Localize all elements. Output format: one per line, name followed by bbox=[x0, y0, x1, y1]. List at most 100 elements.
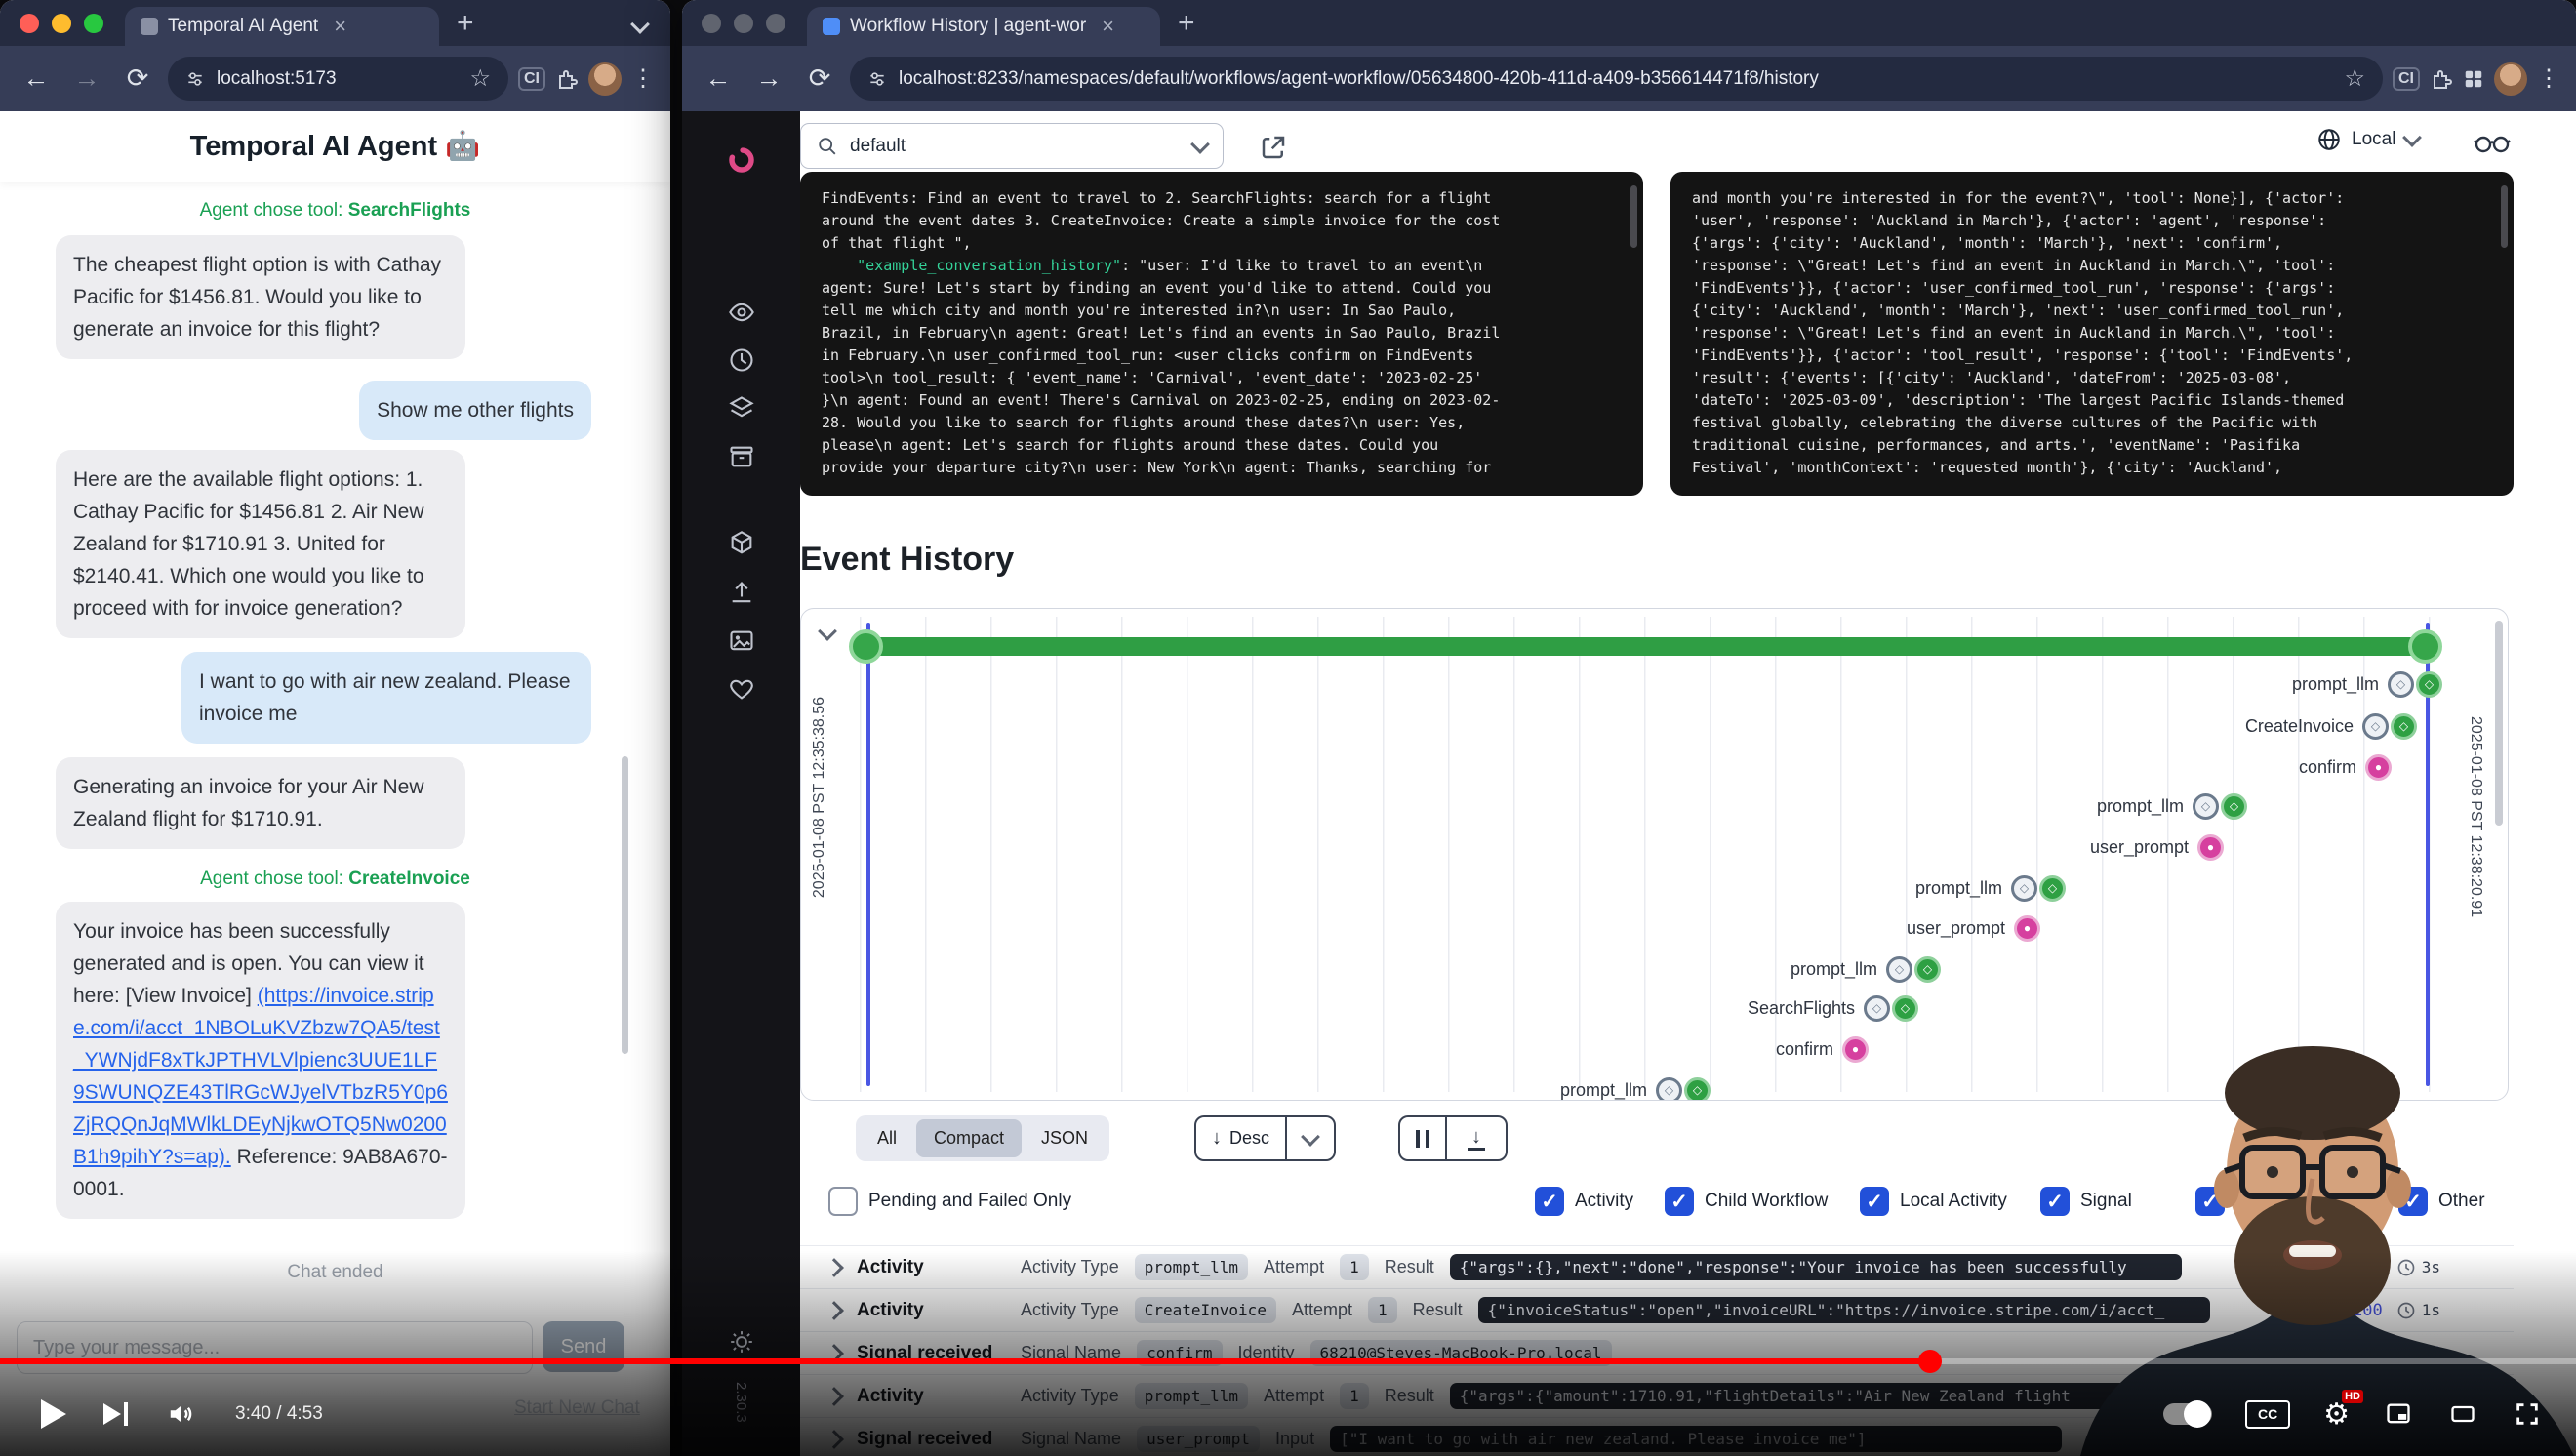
timeline-event[interactable]: prompt_llm◇◇ bbox=[2097, 789, 2247, 823]
timeline-event[interactable]: user_prompt● bbox=[2090, 830, 2224, 864]
profile-avatar[interactable] bbox=[2494, 62, 2527, 96]
tab-close-icon[interactable]: × bbox=[1102, 14, 1114, 39]
new-tab-button[interactable]: + bbox=[1178, 7, 1195, 40]
filter-activity[interactable]: ✓Activity bbox=[1535, 1185, 1633, 1218]
activity-checkbox[interactable]: ✓ bbox=[1535, 1187, 1564, 1216]
event-completed-dot[interactable]: ◇ bbox=[2416, 671, 2442, 698]
workflow-start-dot[interactable] bbox=[849, 629, 883, 664]
event-scheduled-dot[interactable]: ◇ bbox=[2362, 713, 2389, 740]
cluster-select[interactable]: Local bbox=[2316, 127, 2419, 152]
signal-dot[interactable]: ● bbox=[2197, 834, 2224, 861]
chat-scrollbar[interactable] bbox=[622, 756, 628, 1054]
event-scheduled-dot[interactable]: ◇ bbox=[2388, 671, 2414, 698]
pending-failed-checkbox[interactable] bbox=[828, 1187, 858, 1216]
event-completed-dot[interactable]: ◇ bbox=[2039, 875, 2066, 902]
event-scheduled-dot[interactable]: ◇ bbox=[2011, 875, 2037, 902]
play-button[interactable] bbox=[41, 1399, 66, 1429]
next-button[interactable] bbox=[103, 1402, 128, 1426]
timeline-event[interactable]: prompt_llm◇◇ bbox=[2292, 667, 2442, 701]
heart-icon[interactable] bbox=[728, 675, 755, 708]
timeline-event[interactable]: CreateInvoice◇◇ bbox=[2245, 709, 2417, 743]
workflow-result-code-panel[interactable]: and month you're interested in for the e… bbox=[1670, 172, 2514, 496]
signal-dot[interactable]: ● bbox=[2365, 754, 2392, 781]
profile-avatar[interactable] bbox=[588, 62, 622, 96]
new-tab-button[interactable]: + bbox=[457, 7, 474, 40]
code-scrollbar[interactable] bbox=[1630, 185, 1637, 248]
temporal-logo[interactable] bbox=[726, 144, 757, 181]
event-scheduled-dot[interactable]: ◇ bbox=[1886, 956, 1912, 983]
local-activity-checkbox[interactable]: ✓ bbox=[1860, 1187, 1889, 1216]
bookmark-star-icon[interactable]: ☆ bbox=[2344, 64, 2365, 93]
window-controls[interactable] bbox=[702, 14, 785, 33]
browser-menu-icon[interactable]: ⋮ bbox=[2537, 64, 2560, 93]
progress-scrubber[interactable] bbox=[1918, 1350, 1942, 1373]
signal-dot[interactable]: ● bbox=[1842, 1036, 1869, 1063]
layers-icon[interactable] bbox=[728, 394, 755, 426]
glasses-icon[interactable] bbox=[2473, 129, 2512, 158]
child-workflow-checkbox[interactable]: ✓ bbox=[1665, 1187, 1694, 1216]
eye-icon[interactable] bbox=[728, 299, 755, 331]
forward-button[interactable]: → bbox=[748, 59, 789, 100]
browser-menu-icon[interactable]: ⋮ bbox=[631, 64, 655, 93]
event-scheduled-dot[interactable]: ◇ bbox=[2193, 793, 2219, 820]
reload-button[interactable]: ⟳ bbox=[117, 59, 158, 100]
workflow-duration-bar[interactable] bbox=[865, 637, 2440, 656]
timeline-event[interactable]: user_prompt● bbox=[1907, 911, 2040, 945]
timeline-scrollbar[interactable] bbox=[2495, 621, 2503, 826]
timeline-event[interactable]: prompt_llm◇◇ bbox=[1791, 952, 1941, 986]
filter-child-workflow[interactable]: ✓Child Workflow bbox=[1665, 1185, 1828, 1218]
miniplayer-button[interactable] bbox=[2383, 1400, 2414, 1428]
autoplay-toggle[interactable] bbox=[2163, 1403, 2212, 1425]
back-button[interactable]: ← bbox=[698, 59, 739, 100]
filter-local-activity[interactable]: ✓Local Activity bbox=[1860, 1185, 2007, 1218]
fullscreen-button[interactable] bbox=[2512, 1400, 2543, 1428]
event-scheduled-dot[interactable]: ◇ bbox=[1864, 995, 1890, 1022]
extensions-puzzle-icon[interactable] bbox=[555, 67, 579, 91]
timeline-event[interactable]: SearchFlights◇◇ bbox=[1748, 991, 1918, 1025]
workflow-input-code-panel[interactable]: FindEvents: Find an event to travel to 2… bbox=[800, 172, 1643, 496]
close-window-button[interactable] bbox=[702, 14, 721, 33]
address-bar[interactable]: localhost:5173 ☆ bbox=[168, 57, 508, 101]
apps-grid-icon[interactable] bbox=[2463, 68, 2484, 90]
timeline-event[interactable]: prompt_llm◇◇ bbox=[1560, 1073, 1711, 1101]
view-all-tab[interactable]: All bbox=[860, 1119, 914, 1157]
timeline-event[interactable]: prompt_llm◇◇ bbox=[1915, 871, 2066, 905]
event-completed-dot[interactable]: ◇ bbox=[2221, 793, 2247, 820]
tab-close-icon[interactable]: × bbox=[334, 14, 346, 39]
event-completed-dot[interactable]: ◇ bbox=[2391, 713, 2417, 740]
bookmark-star-icon[interactable]: ☆ bbox=[469, 64, 491, 93]
view-compact-tab[interactable]: Compact bbox=[916, 1119, 1022, 1157]
minimize-window-button[interactable] bbox=[52, 14, 71, 33]
timeline-event[interactable]: confirm● bbox=[2299, 750, 2392, 784]
sort-desc-button[interactable]: ↓Desc bbox=[1196, 1117, 1285, 1159]
settings-gear-icon[interactable]: ⚙HD bbox=[2323, 1397, 2350, 1432]
minimize-window-button[interactable] bbox=[734, 14, 753, 33]
send-button[interactable]: Send bbox=[543, 1321, 624, 1372]
event-completed-dot[interactable]: ◇ bbox=[1684, 1077, 1711, 1102]
tab-workflow-history[interactable]: Workflow History | agent-wor × bbox=[807, 7, 1160, 46]
image-icon[interactable] bbox=[728, 627, 755, 660]
back-button[interactable]: ← bbox=[16, 59, 57, 100]
expand-chevron-icon[interactable] bbox=[825, 1301, 844, 1320]
code-scrollbar[interactable] bbox=[2501, 185, 2508, 248]
expand-chevron-icon[interactable] bbox=[825, 1258, 844, 1277]
namespace-select[interactable]: default bbox=[800, 123, 1224, 169]
download-button[interactable]: ↓ bbox=[1445, 1117, 1506, 1159]
address-bar[interactable]: localhost:8233/namespaces/default/workfl… bbox=[850, 57, 2383, 101]
upload-icon[interactable] bbox=[728, 580, 755, 612]
package-cube-icon[interactable] bbox=[728, 530, 755, 562]
archive-box-icon[interactable] bbox=[728, 443, 755, 475]
close-window-button[interactable] bbox=[20, 14, 39, 33]
view-json-tab[interactable]: JSON bbox=[1024, 1119, 1106, 1157]
event-completed-dot[interactable]: ◇ bbox=[1892, 995, 1918, 1022]
window-controls[interactable] bbox=[20, 14, 103, 33]
pause-button[interactable] bbox=[1400, 1117, 1445, 1159]
zoom-window-button[interactable] bbox=[84, 14, 103, 33]
theme-sun-icon[interactable] bbox=[729, 1329, 754, 1359]
extensions-puzzle-icon[interactable] bbox=[2430, 67, 2453, 91]
signal-dot[interactable]: ● bbox=[2014, 915, 2040, 942]
workflow-end-dot[interactable] bbox=[2408, 629, 2442, 664]
sort-dropdown-button[interactable] bbox=[1285, 1117, 1334, 1159]
theater-mode-button[interactable] bbox=[2447, 1400, 2478, 1428]
volume-icon[interactable] bbox=[165, 1399, 198, 1429]
